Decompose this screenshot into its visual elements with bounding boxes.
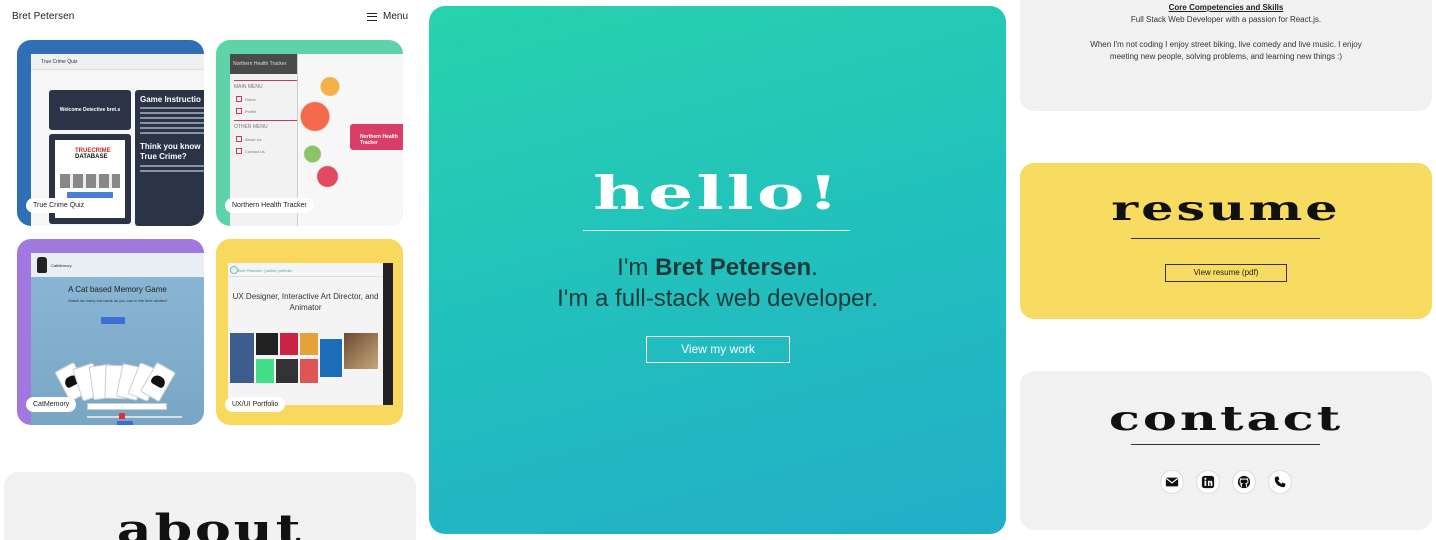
competencies-title[interactable]: Core Competencies and Skills <box>1020 3 1432 12</box>
portfolio-headline: UX Designer, Interactive Art Director, a… <box>232 292 379 312</box>
browser-tab: True Crime Quiz <box>31 54 204 70</box>
portfolio-thumbnails <box>230 333 342 383</box>
instructions-panel: Game Instructio Think you know True Crim… <box>135 90 204 226</box>
github-icon[interactable] <box>1232 470 1256 494</box>
project-label: Northern Health Tracker <box>225 198 314 213</box>
submit-button <box>117 421 133 425</box>
contact-panel: contact <box>1020 371 1432 530</box>
start-game-button <box>101 317 125 324</box>
project-label: True Crime Quiz <box>26 198 92 213</box>
logo-icon <box>230 266 238 274</box>
quiz-question: Think you know True Crime? <box>140 142 201 161</box>
email-icon[interactable] <box>1160 470 1184 494</box>
top-nav: Bret Petersen Menu <box>0 0 420 34</box>
portfolio-header: Bret Petersen | online portfolio <box>228 263 383 277</box>
hero-greeting: hello! <box>593 166 842 220</box>
view-resume-button[interactable]: View resume (pdf) <box>1165 264 1287 282</box>
contact-divider <box>1131 444 1320 445</box>
menu-button[interactable]: Menu <box>366 11 408 22</box>
suspect-photos <box>60 174 120 188</box>
contact-icons <box>1020 470 1432 494</box>
project-card-catmemory[interactable]: CatMemory A Cat based Memory Game Match … <box>17 239 204 425</box>
home-icon <box>236 96 242 102</box>
contact-title: contact <box>1108 399 1344 439</box>
hero-section: hello! I'm Bret Petersen. I'm a full-sta… <box>429 6 1006 534</box>
project-screenshot: Bret Petersen | online portfolio UX Desi… <box>228 263 393 405</box>
truecrime-logo: TRUECRIME DATABASE <box>75 148 111 160</box>
intro-prefix: I'm <box>617 254 656 281</box>
scroll-rail <box>383 263 393 405</box>
welcome-panel: Welcome Detective bret.s <box>49 90 131 130</box>
competencies-line: Full Stack Web Developer with a passion … <box>1130 15 1322 24</box>
project-card-true-crime-quiz[interactable]: True Crime Quiz Welcome Detective bret.s… <box>17 40 204 226</box>
view-my-work-button[interactable]: View my work <box>646 336 790 363</box>
project-label: CatMemory <box>26 397 77 412</box>
app-header: CatMemory <box>31 253 204 277</box>
hero-divider <box>583 230 850 231</box>
project-label: UX/UI Portfolio <box>225 397 286 412</box>
hero-name: Bret Petersen <box>655 254 812 281</box>
playing-cards <box>54 343 177 403</box>
rating-slider <box>87 416 182 418</box>
hamburger-icon <box>366 12 377 21</box>
phone-icon[interactable] <box>1268 470 1292 494</box>
competencies-paragraph: When I'm not coding I enjoy street bikin… <box>1090 40 1362 61</box>
game-title: A Cat based Memory Game <box>68 285 167 294</box>
about-title: about <box>116 506 304 540</box>
hero-intro: I'm Bret Petersen. I'm a full-stack web … <box>429 252 1006 314</box>
portfolio-photo <box>344 333 378 369</box>
competencies-panel: Core Competencies and Skills Full Stack … <box>1020 0 1432 111</box>
email-field <box>87 403 167 410</box>
instructions-title: Game Instructio <box>140 95 201 104</box>
hero-tagline: I'm a full-stack web developer. <box>557 285 878 312</box>
resume-panel: resume View resume (pdf) <box>1020 163 1432 319</box>
menu-label: Menu <box>382 11 408 22</box>
project-card-northern-health-tracker[interactable]: Northern Health Tracker MAIN MENU Home P… <box>216 40 403 226</box>
project-card-ux-ui-portfolio[interactable]: Bret Petersen | online portfolio UX Desi… <box>216 239 403 425</box>
tracker-ribbon: Northern Health Tracker <box>350 124 403 150</box>
brand-name[interactable]: Bret Petersen <box>12 11 74 22</box>
resume-divider <box>1131 238 1320 239</box>
about-icon <box>236 136 242 142</box>
game-subtitle: Match as many cat cards as you can in th… <box>68 298 167 303</box>
fruit-image <box>300 64 350 214</box>
side-menu-header: Northern Health Tracker <box>230 54 297 74</box>
cat-logo-icon <box>37 257 47 273</box>
profile-icon <box>236 108 242 114</box>
resume-title: resume <box>1111 189 1341 229</box>
intro-suffix: . <box>811 254 818 281</box>
linkedin-icon[interactable] <box>1196 470 1220 494</box>
contact-icon <box>236 148 242 154</box>
slider-knob <box>119 413 125 419</box>
about-section: about <box>4 472 416 540</box>
